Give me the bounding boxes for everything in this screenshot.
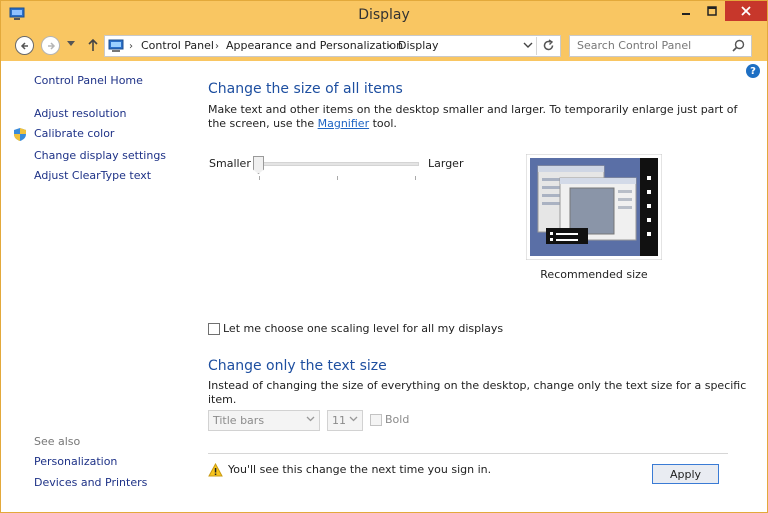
scaling-checkbox-label[interactable]: Let me choose one scaling level for all … [223, 322, 503, 335]
recent-locations-button[interactable] [67, 41, 75, 47]
section-heading-text-size: Change only the text size [208, 358, 387, 374]
chevron-down-icon [349, 416, 358, 422]
preview-caption: Recommended size [540, 268, 648, 281]
control-panel-home-link[interactable]: Control Panel Home [34, 74, 143, 87]
slider-tick [337, 176, 338, 180]
description-text: Make text and other items on the desktop… [208, 103, 738, 130]
slider-min-label: Smaller [209, 157, 251, 170]
devices-and-printers-link[interactable]: Devices and Printers [34, 476, 147, 489]
text-item-select[interactable]: Title bars [208, 410, 320, 431]
slider-max-label: Larger [428, 157, 464, 170]
left-pane: Control Panel Home Adjust resolution Cal… [1, 61, 191, 513]
magnifier-link[interactable]: Magnifier [318, 117, 369, 130]
help-icon[interactable]: ? [746, 64, 760, 78]
refresh-icon[interactable] [542, 39, 555, 52]
bold-checkbox-label[interactable]: Bold [385, 413, 409, 426]
breadcrumb-appearance[interactable]: Appearance and Personalization [226, 39, 403, 52]
slider-tick [415, 176, 416, 180]
slider-tick [259, 176, 260, 180]
divider [536, 37, 537, 55]
change-display-settings-link[interactable]: Change display settings [34, 149, 166, 162]
breadcrumb-separator: › [129, 41, 133, 52]
text-size-value: 11 [332, 414, 346, 427]
section-heading-all-items: Change the size of all items [208, 81, 403, 97]
calibrate-color-link[interactable]: Calibrate color [34, 127, 114, 140]
display-window: Display › Control Panel › Appearance and… [0, 0, 768, 513]
chevron-down-icon[interactable] [523, 42, 533, 49]
back-icon [20, 41, 28, 50]
maximize-icon [707, 6, 717, 16]
all-items-description: Make text and other items on the desktop… [208, 103, 748, 131]
size-slider-thumb[interactable] [253, 156, 264, 174]
personalization-link[interactable]: Personalization [34, 455, 117, 468]
text-size-select[interactable]: 11 [327, 410, 363, 431]
scaling-checkbox[interactable] [208, 323, 220, 335]
breadcrumb-control-panel[interactable]: Control Panel [141, 39, 214, 52]
shield-icon [14, 128, 26, 141]
up-arrow-icon[interactable] [87, 37, 99, 53]
title-bar[interactable]: Display [1, 1, 767, 29]
close-icon [741, 6, 751, 16]
navigation-bar: › Control Panel › Appearance and Persona… [1, 29, 767, 61]
text-size-description: Instead of changing the size of everythi… [208, 379, 747, 406]
size-preview-image [526, 154, 662, 260]
maximize-button[interactable] [699, 1, 725, 21]
address-bar[interactable]: › Control Panel › Appearance and Persona… [104, 35, 561, 57]
computer-icon [108, 39, 124, 52]
search-box[interactable]: Search Control Panel [569, 35, 752, 57]
divider [208, 453, 728, 454]
search-icon[interactable] [732, 39, 745, 52]
back-button[interactable] [15, 36, 34, 55]
search-input[interactable]: Search Control Panel [577, 39, 691, 52]
chevron-down-icon [306, 416, 315, 422]
apply-button[interactable]: Apply [652, 464, 719, 484]
forward-icon [47, 41, 55, 50]
text-item-value: Title bars [213, 414, 265, 427]
description-text-end: tool. [369, 117, 397, 130]
breadcrumb-separator: › [387, 41, 391, 52]
warning-icon [208, 463, 223, 477]
forward-button[interactable] [41, 36, 60, 55]
minimize-icon [682, 13, 690, 15]
window-title: Display [358, 7, 410, 23]
breadcrumb-separator: › [215, 41, 219, 52]
minimize-button[interactable] [673, 1, 699, 21]
size-slider-track[interactable] [259, 162, 419, 166]
adjust-cleartype-link[interactable]: Adjust ClearType text [34, 169, 151, 182]
breadcrumb-display[interactable]: Display [398, 39, 439, 52]
bold-checkbox[interactable] [370, 414, 382, 426]
see-also-heading: See also [34, 435, 81, 448]
adjust-resolution-link[interactable]: Adjust resolution [34, 107, 127, 120]
sign-in-warning: You'll see this change the next time you… [228, 463, 492, 476]
close-button[interactable] [725, 1, 767, 21]
